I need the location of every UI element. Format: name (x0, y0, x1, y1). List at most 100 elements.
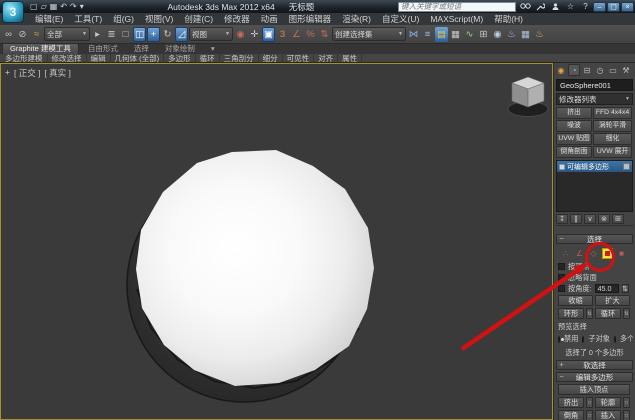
help-icon[interactable]: ? (580, 2, 591, 12)
align-icon[interactable]: ≡ (421, 27, 434, 42)
window-crossing-icon[interactable]: ◫ (133, 27, 146, 42)
make-unique-icon[interactable]: ∨ (584, 214, 596, 224)
close-button[interactable]: × (621, 2, 634, 12)
radio-multiple[interactable] (614, 336, 616, 343)
vertex-subobject-icon[interactable]: ∴ (560, 248, 571, 259)
stack-subtree-icon[interactable] (623, 163, 630, 170)
outline-settings-icon[interactable]: □ (623, 397, 630, 408)
window-title: Autodesk 3ds Max 2012 x64无标题 (84, 1, 398, 13)
select-and-manipulate-icon[interactable]: ✛ (248, 27, 261, 42)
spinner-icon[interactable]: ⇅ (622, 284, 629, 293)
bevel-button[interactable]: 倒角 (558, 410, 584, 420)
tab-create[interactable]: ◉ (555, 64, 567, 76)
selection-filter-dropdown[interactable]: 全部▼ (44, 27, 90, 41)
select-object-icon[interactable]: ▸ (91, 27, 104, 42)
element-subobject-icon[interactable]: ■ (616, 248, 627, 259)
select-and-link-icon[interactable]: ∞ (2, 27, 15, 42)
tab-modify[interactable]: ◔ (568, 64, 580, 76)
tab-hierarchy[interactable]: ⊟ (581, 64, 593, 76)
snap-toggle-3d-icon[interactable]: 3 (276, 27, 289, 42)
graphite-ribbon-toggle-icon[interactable]: ▦ (449, 27, 462, 42)
stack-item-editable-poly[interactable]: 可编辑多边形 (557, 161, 632, 172)
render-production-icon[interactable]: ♨ (533, 27, 546, 42)
by-angle-value-field[interactable]: 45.0 (595, 284, 619, 293)
tab-display[interactable]: ▭ (607, 64, 619, 76)
rectangular-selection-region-icon[interactable]: □ (119, 27, 132, 42)
bevel-settings-icon[interactable]: □ (586, 410, 593, 420)
insert-button[interactable]: 插入 (595, 410, 621, 420)
keyboard-shortcut-override-icon[interactable]: ▣ (262, 27, 275, 42)
remove-modifier-icon[interactable]: ⊗ (598, 214, 610, 224)
radio-subobj[interactable] (582, 336, 584, 343)
pin-stack-icon[interactable]: ↧ (556, 214, 568, 224)
angle-snap-icon[interactable]: ∠ (290, 27, 303, 42)
viewport[interactable]: + [ 正交 ] [ 真实 ] (0, 63, 553, 420)
extrude-settings-icon[interactable]: □ (586, 397, 593, 408)
loop-button[interactable]: 循环 (595, 308, 621, 319)
object-name-field[interactable]: GeoSphere001 (556, 79, 633, 91)
mirror-icon[interactable]: ⋈ (407, 27, 420, 42)
schematic-view-icon[interactable]: ⊞ (477, 27, 490, 42)
tab-utilities[interactable]: ⚒ (620, 64, 632, 76)
new-file-icon[interactable]: ▢ (30, 1, 38, 12)
selection-rollout-header[interactable]: − 选择 (556, 234, 633, 244)
select-and-rotate-icon[interactable]: ↻ (161, 27, 174, 42)
viewcube[interactable] (508, 77, 548, 117)
material-editor-icon[interactable]: ◉ (491, 27, 504, 42)
curve-editor-icon[interactable]: ∿ (463, 27, 476, 42)
show-end-result-icon[interactable]: ∥ (570, 214, 582, 224)
named-selection-sets-dropdown[interactable]: 创建选择集▼ (332, 27, 406, 41)
grow-button[interactable]: 扩大 (595, 295, 630, 306)
search-icon[interactable] (520, 2, 531, 12)
percent-snap-icon[interactable]: % (304, 27, 317, 42)
ring-button[interactable]: 环形 (558, 308, 584, 319)
use-pivot-point-center-icon[interactable]: ◉ (234, 27, 247, 42)
configure-modifier-sets-icon[interactable]: ⊞ (612, 214, 624, 224)
maximize-button[interactable]: ▢ (607, 2, 620, 12)
soft-selection-rollout-header[interactable]: + 软选择 (556, 360, 633, 370)
insert-settings-icon[interactable]: □ (623, 410, 630, 420)
select-and-scale-icon[interactable]: ◿ (175, 27, 188, 42)
undo-icon[interactable]: ↶ (60, 1, 67, 12)
search-input[interactable] (398, 2, 516, 12)
bind-to-space-warp-icon[interactable]: ≈ (30, 27, 43, 42)
reference-coordinate-dropdown[interactable]: 视图▼ (189, 27, 233, 41)
modifier-list-dropdown[interactable]: 修改器列表 ▼ (556, 93, 633, 105)
viewport-general-menu[interactable]: + (5, 67, 10, 79)
border-subobject-icon[interactable]: ◇ (588, 248, 599, 259)
insert-vertex-button[interactable]: 插入顶点 (558, 384, 630, 395)
stack-visibility-icon[interactable] (559, 164, 565, 170)
rendered-frame-window-icon[interactable]: ▦ (519, 27, 532, 42)
unlink-selection-icon[interactable]: ⊘ (16, 27, 29, 42)
ring-spinner-icon[interactable]: ⇅ (586, 308, 593, 319)
favorites-star-icon[interactable]: ☆ (565, 2, 576, 12)
viewport-pov-menu[interactable]: [ 正交 ] (14, 67, 40, 79)
select-by-name-icon[interactable]: ≣ (105, 27, 118, 42)
viewport-shading-menu[interactable]: [ 真实 ] (44, 67, 70, 79)
outline-button[interactable]: 轮廓 (595, 397, 621, 408)
ignore-backfacing-checkbox[interactable] (558, 274, 565, 281)
app-menu-button[interactable]: 3 (2, 1, 24, 23)
loop-spinner-icon[interactable]: ⇅ (623, 308, 630, 319)
edit-polygons-rollout-header[interactable]: − 编辑多边形 (556, 372, 633, 382)
open-file-icon[interactable]: ▱ (41, 1, 47, 12)
extrude-button[interactable]: 挤出 (558, 397, 584, 408)
shrink-button[interactable]: 收缩 (558, 295, 593, 306)
tab-motion[interactable]: ◷ (594, 64, 606, 76)
render-setup-icon[interactable]: ♨ (505, 27, 518, 42)
by-vertex-checkbox[interactable] (558, 263, 565, 270)
minimize-button[interactable]: ‒ (593, 2, 606, 12)
viewport-canvas[interactable] (1, 64, 553, 420)
communication-center-icon[interactable] (550, 2, 561, 12)
polygon-subobject-icon-active[interactable] (602, 248, 613, 259)
by-angle-checkbox[interactable] (558, 285, 565, 292)
radio-disable[interactable] (558, 336, 560, 343)
edge-subobject-icon[interactable]: ∠ (574, 248, 585, 259)
save-file-icon[interactable]: ▦ (50, 1, 58, 12)
select-and-move-icon[interactable]: + (147, 27, 160, 42)
spinner-snap-icon[interactable]: ⇅ (318, 27, 331, 42)
layer-manager-icon[interactable]: ▤ (435, 27, 448, 42)
subscription-wrench-icon[interactable] (535, 2, 546, 12)
redo-icon[interactable]: ↷ (70, 1, 77, 12)
geosphere-object[interactable] (136, 150, 374, 386)
